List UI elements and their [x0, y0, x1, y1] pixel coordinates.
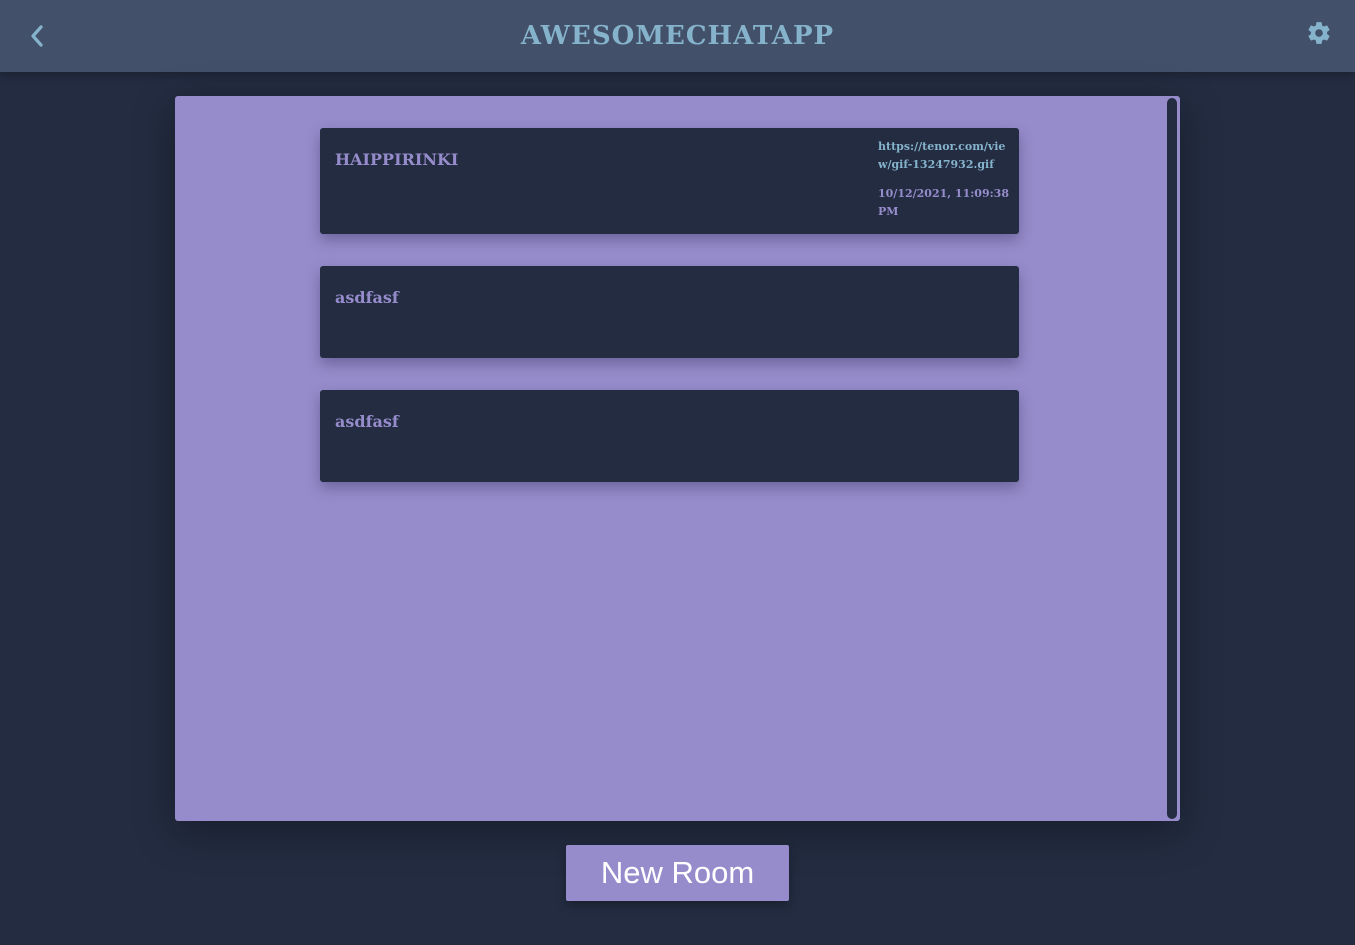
settings-button[interactable] [1305, 19, 1333, 47]
last-message-text: https://tenor.com/view/gif-13247932.gif [878, 140, 1006, 171]
chevron-left-icon [31, 25, 43, 47]
room-card[interactable]: asdfasf [320, 390, 1019, 482]
back-button[interactable] [22, 20, 52, 52]
room-card[interactable]: HAIPPIRINKI https://tenor.com/view/gif-1… [320, 128, 1019, 234]
app-header: AWESOMECHATAPP [0, 0, 1355, 72]
chat-app: AWESOMECHATAPP HAIPPIRINKI https://tenor… [0, 0, 1355, 945]
room-name: asdfasf [335, 288, 399, 307]
room-card[interactable]: asdfasf [320, 266, 1019, 358]
last-message-preview: https://tenor.com/view/gif-13247932.gif … [878, 138, 1011, 221]
gear-icon [1308, 22, 1330, 44]
last-message-timestamp: 10/12/2021, 11:09:38 PM [878, 187, 1009, 218]
app-title: AWESOMECHATAPP [520, 21, 835, 51]
room-list-panel: HAIPPIRINKI https://tenor.com/view/gif-1… [175, 96, 1180, 821]
room-name: asdfasf [335, 412, 399, 431]
scrollbar-thumb[interactable] [1167, 98, 1177, 819]
room-list-scrollbar[interactable] [1166, 98, 1178, 819]
room-name: HAIPPIRINKI [335, 150, 459, 169]
new-room-button[interactable]: New Room [566, 845, 789, 901]
